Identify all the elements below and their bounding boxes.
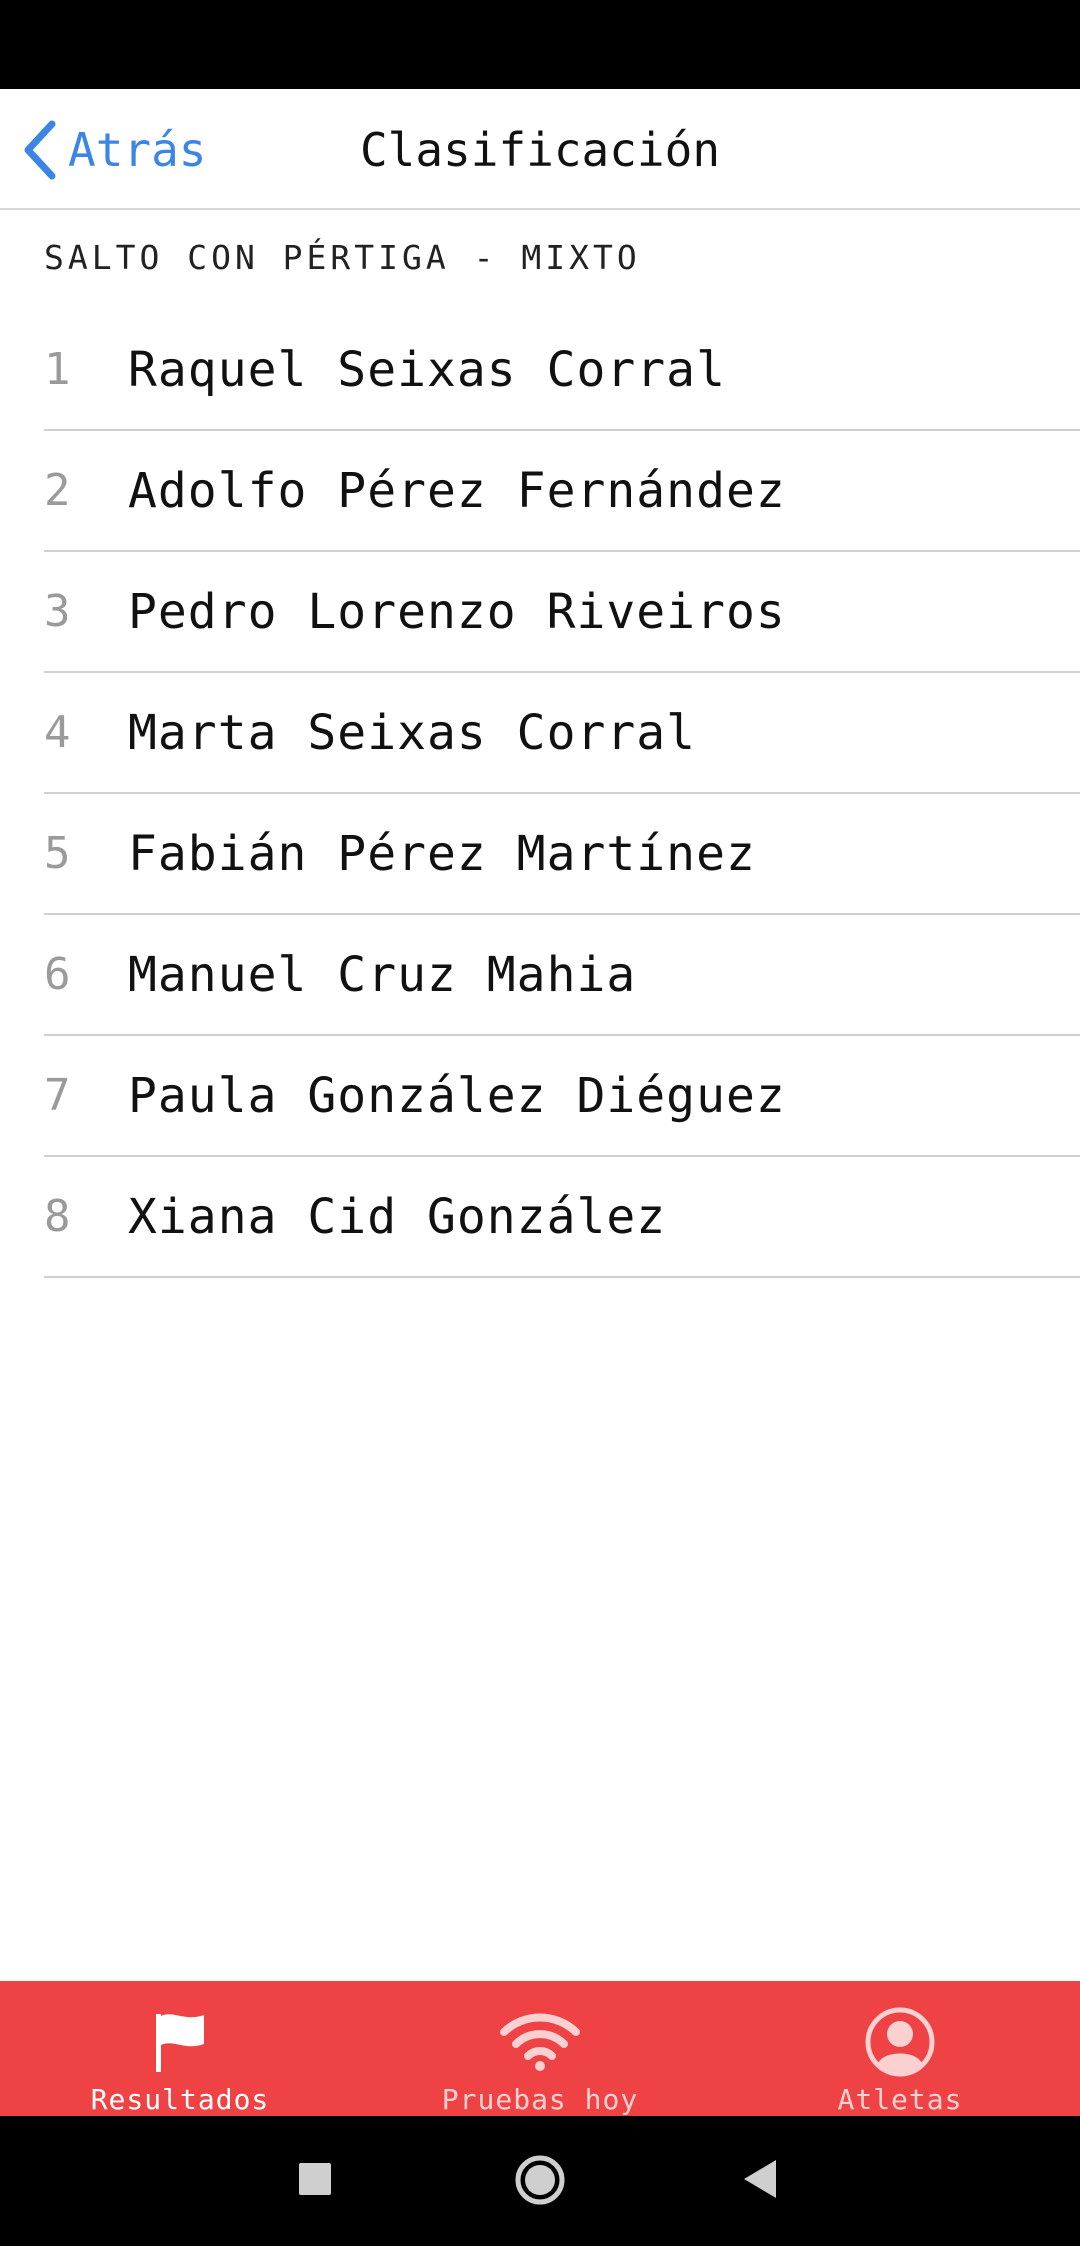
tab-pruebas-hoy[interactable]: Pruebas hoy — [360, 1981, 720, 2116]
tab-atletas[interactable]: Atletas — [720, 1981, 1080, 2116]
navigation-bar: Atrás Clasificación — [0, 89, 1080, 210]
list-item[interactable]: 3 Pedro Lorenzo Riveiros — [44, 552, 1080, 673]
wifi-icon — [500, 2003, 580, 2081]
rank-number: 8 — [44, 1191, 71, 1242]
rank-number: 5 — [44, 828, 71, 879]
rank-number: 4 — [44, 707, 71, 758]
list-item[interactable]: 1 Raquel Seixas Corral — [44, 310, 1080, 431]
tab-bar: Resultados Pruebas hoy Atletas — [0, 1981, 1080, 2116]
rank-number: 6 — [44, 949, 71, 1000]
athlete-name: Manuel Cruz Mahia — [128, 946, 637, 1003]
status-bar — [0, 0, 1080, 89]
rank-number: 1 — [44, 344, 71, 395]
ranking-list: 1 Raquel Seixas Corral 2 Adolfo Pérez Fe… — [44, 310, 1080, 1278]
system-navigation-bar — [0, 2116, 1080, 2246]
athlete-name: Raquel Seixas Corral — [128, 341, 726, 398]
back-nav-button[interactable] — [742, 2158, 778, 2204]
athlete-name: Fabián Pérez Martínez — [128, 825, 756, 882]
list-item[interactable]: 6 Manuel Cruz Mahia — [44, 915, 1080, 1036]
list-item[interactable]: 8 Xiana Cid González — [44, 1157, 1080, 1278]
back-button[interactable]: Atrás — [22, 89, 206, 210]
tab-label: Resultados — [90, 2083, 270, 2116]
list-item[interactable]: 4 Marta Seixas Corral — [44, 673, 1080, 794]
section-header: SALTO CON PÉRTIGA - MIXTO — [44, 238, 641, 277]
athlete-name: Adolfo Pérez Fernández — [128, 462, 786, 519]
rank-number: 2 — [44, 465, 71, 516]
chevron-left-icon — [22, 120, 58, 180]
tab-label: Atletas — [837, 2083, 963, 2116]
athlete-name: Pedro Lorenzo Riveiros — [128, 583, 786, 640]
home-button[interactable] — [514, 2154, 566, 2210]
athlete-name: Paula González Diéguez — [128, 1067, 786, 1124]
tab-resultados[interactable]: Resultados — [0, 1981, 360, 2116]
rank-number: 3 — [44, 586, 71, 637]
tab-label: Pruebas hoy — [441, 2083, 639, 2116]
rank-number: 7 — [44, 1070, 71, 1121]
back-label: Atrás — [68, 122, 207, 177]
recent-apps-button[interactable] — [298, 2162, 332, 2200]
flag-icon — [150, 2003, 210, 2081]
athlete-name: Xiana Cid González — [128, 1188, 667, 1245]
list-item[interactable]: 7 Paula González Diéguez — [44, 1036, 1080, 1157]
list-item[interactable]: 2 Adolfo Pérez Fernández — [44, 431, 1080, 552]
user-icon — [864, 2003, 936, 2081]
list-item[interactable]: 5 Fabián Pérez Martínez — [44, 794, 1080, 915]
athlete-name: Marta Seixas Corral — [128, 704, 697, 761]
